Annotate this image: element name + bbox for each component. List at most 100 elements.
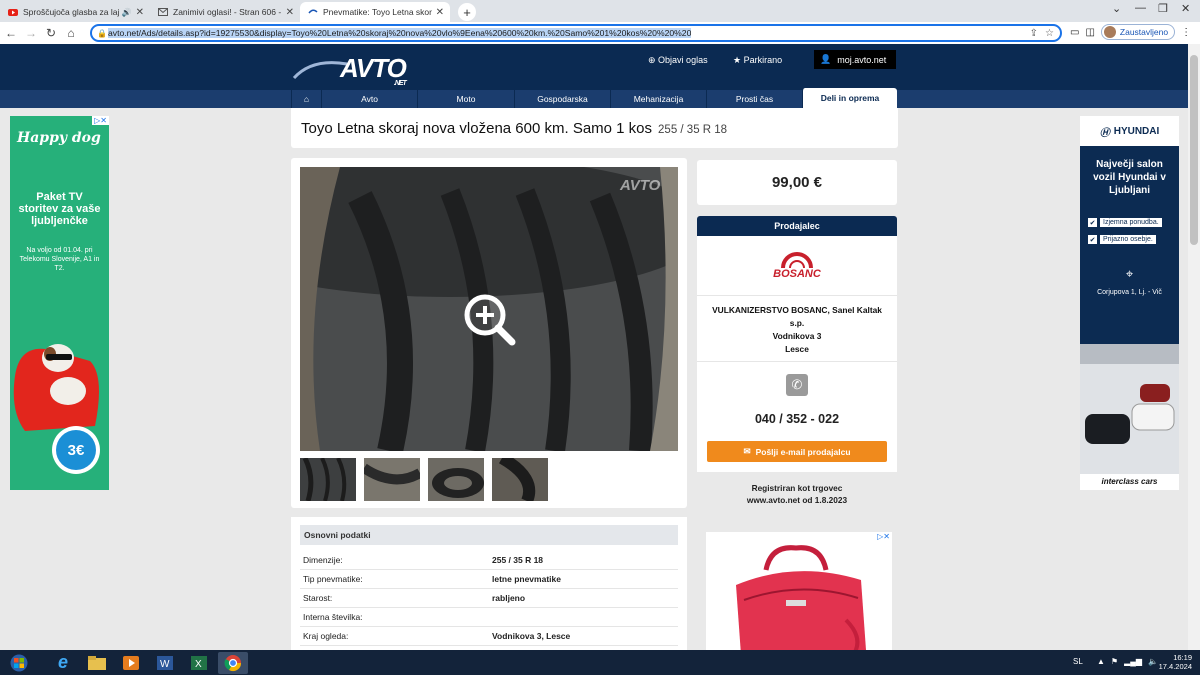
menu-moto[interactable]: Moto [417, 90, 514, 108]
menu-deli-in-oprema[interactable]: Deli in oprema [802, 88, 897, 108]
hyundai-logo: Ⓗ HYUNDAI [1080, 116, 1179, 146]
close-icon[interactable]: ✕ [436, 7, 444, 18]
link-label: Objavi oglas [658, 55, 708, 65]
scrollbar-thumb[interactable] [1190, 55, 1198, 245]
publish-ad-link[interactable]: ⊕ Objavi oglas [648, 55, 708, 66]
browser-tab-bar: Sproščujoča glasba za lajšanj 🔊 ✕ Zanimi… [0, 0, 1200, 22]
table-row: Interna številka: [300, 608, 678, 627]
tab-search-icon[interactable]: ⌄ [1112, 2, 1121, 15]
start-button[interactable] [4, 652, 34, 674]
restore-button[interactable]: ❐ [1158, 2, 1168, 15]
logo-text: AVTO [340, 53, 407, 83]
price-value: 99,00 € [771, 174, 823, 191]
volume-icon[interactable]: 🔈 [1148, 657, 1158, 666]
photo-thumbnail[interactable] [428, 458, 484, 501]
row-value: rabljeno [492, 593, 526, 603]
ad-bullet: ✔ Izjemna ponudba. [1088, 218, 1162, 227]
menu-dots-icon[interactable]: ⋮ [1181, 27, 1191, 38]
new-tab-button[interactable]: + [458, 3, 476, 21]
mail-icon: ✉ [743, 446, 751, 456]
tab-youtube[interactable]: Sproščujoča glasba za lajšanj 🔊 ✕ [0, 2, 150, 22]
url-text[interactable]: avto.net/Ads/details.asp?id=19275530&dis… [108, 28, 692, 38]
main-photo[interactable]: AVTO [300, 167, 678, 451]
menu-gospodarska[interactable]: Gospodarska [514, 90, 610, 108]
close-window-button[interactable]: ✕ [1181, 2, 1190, 15]
photo-thumbnail[interactable] [492, 452, 548, 504]
star-icon: ★ [733, 55, 744, 65]
address-bar[interactable]: 🔒 avto.net/Ads/details.asp?id=19275530&d… [90, 24, 1062, 42]
adchoices-icon[interactable]: ▷✕ [877, 532, 890, 541]
ad-bullet: ✔ Prijazno osebje. [1088, 235, 1156, 244]
chrome-icon[interactable] [218, 651, 248, 674]
link-label: Parkirano [743, 55, 783, 65]
dog-on-sofa-image [13, 344, 99, 431]
tray-arrow-icon[interactable]: ▲ [1097, 657, 1105, 666]
tab-title: Sproščujoča glasba za lajšanj [23, 7, 119, 17]
avtonet-favicon [308, 9, 318, 14]
close-icon[interactable]: ✕ [286, 7, 294, 18]
tab-avtonet[interactable]: Pnevmatike: Toyo Letna skoraj n ✕ [300, 2, 450, 22]
seller-logo-text: BOSANC [773, 268, 821, 280]
windows-taskbar: e W X SL ▲ ⚑ ▂▄▆ 🔈 16:19 17.4.2024 [0, 650, 1200, 675]
location-pin-icon: ⌖ [1125, 266, 1134, 281]
menu-home[interactable]: ⌂ [291, 90, 321, 108]
my-account-link[interactable]: 👤 moj.avto.net [814, 50, 896, 69]
seller-phone[interactable]: 040 / 352 - 022 [697, 412, 897, 426]
close-icon[interactable]: ✕ [136, 7, 144, 18]
menu-prosti-cas[interactable]: Prosti čas [706, 90, 802, 108]
network-icon[interactable]: ▂▄▆ [1124, 657, 1142, 666]
ad-banner-right[interactable]: Ⓗ HYUNDAI Največji salon vozil Hyundai v … [1080, 116, 1179, 490]
media-player-icon[interactable] [116, 652, 146, 674]
table-row: Kraj ogleda: Vodnikova 3, Lesce [300, 627, 678, 646]
ad-banner-left[interactable]: ▷✕ Happy dog Paket TV storitev za vaše l… [10, 116, 109, 490]
zoom-icon[interactable] [462, 292, 518, 348]
row-key: Starost: [303, 593, 333, 603]
ad-banner-bag[interactable]: ▷✕ [706, 532, 892, 657]
excel-icon[interactable]: X [184, 652, 214, 674]
profile-button[interactable]: Zaustavljeno [1100, 24, 1176, 40]
phone-icon: ✆ [786, 374, 808, 396]
row-key: Kraj ogleda: [303, 631, 349, 641]
menu-mehanizacija[interactable]: Mehanizacija [610, 90, 706, 108]
minimize-button[interactable]: — [1135, 2, 1146, 14]
language-indicator[interactable]: SL [1073, 657, 1083, 666]
browser-toolbar: ← → ↻ ⌂ 🔒 avto.net/Ads/details.asp?id=19… [0, 22, 1200, 44]
seller-address: VULKANIZERSTVO BOSANC, Sanel Kaltak s.p.… [697, 296, 897, 362]
reload-icon[interactable]: ↻ [42, 26, 60, 40]
clock-date: 17.4.2024 [1158, 662, 1192, 671]
back-icon[interactable]: ← [2, 26, 20, 40]
site-logo[interactable]: AVTO .NET [340, 53, 407, 87]
home-icon[interactable]: ⌂ [62, 26, 80, 40]
word-icon[interactable]: W [150, 652, 180, 674]
forward-icon[interactable]: → [22, 26, 40, 40]
photo-thumbnail[interactable] [361, 458, 423, 501]
clock[interactable]: 16:19 17.4.2024 [1159, 653, 1192, 671]
clock-time: 16:19 [1173, 653, 1192, 662]
tab-forum[interactable]: Zanimivi oglasi! - Stran 606 - Sp ✕ [150, 2, 300, 22]
registered-line: Registriran kot trgovec [751, 483, 843, 493]
seller-logo[interactable]: BOSANC [697, 236, 897, 296]
menu-avto[interactable]: Avto [321, 90, 417, 108]
share-icon[interactable]: ⇪ [1030, 28, 1038, 39]
row-key: Tip pnevmatike: [303, 574, 363, 584]
reading-list-icon[interactable]: ▭ [1070, 27, 1079, 38]
send-email-button[interactable]: ✉ Pošlji e-mail prodajalcu [707, 441, 887, 462]
svg-text:W: W [160, 659, 170, 670]
user-icon: 👤 [820, 54, 832, 64]
sidepanel-icon[interactable]: ◫ [1085, 27, 1094, 38]
adchoices-icon[interactable]: ▷✕ [92, 116, 109, 125]
tray-icons: ▲ ⚑ ▂▄▆ 🔈 [1097, 657, 1158, 666]
photo-thumbnail[interactable] [300, 456, 356, 502]
parked-link[interactable]: ★ Parkirano [733, 55, 782, 66]
file-explorer-icon[interactable] [82, 652, 112, 674]
mail-icon [158, 8, 168, 16]
seller-header: Prodajalec [697, 216, 897, 236]
table-row: Tip pnevmatike: letne pnevmatike [300, 570, 678, 589]
ad-address: Corjupova 1, Lj. - Vič [1097, 289, 1162, 296]
bookmark-star-icon[interactable]: ☆ [1045, 28, 1054, 39]
check-icon: ✔ [1088, 235, 1097, 244]
seller-street: Vodnikova 3 [772, 331, 822, 341]
tab-title: Pnevmatike: Toyo Letna skoraj n [323, 7, 432, 17]
flag-icon[interactable]: ⚑ [1111, 657, 1118, 666]
internet-explorer-icon[interactable]: e [48, 652, 78, 674]
